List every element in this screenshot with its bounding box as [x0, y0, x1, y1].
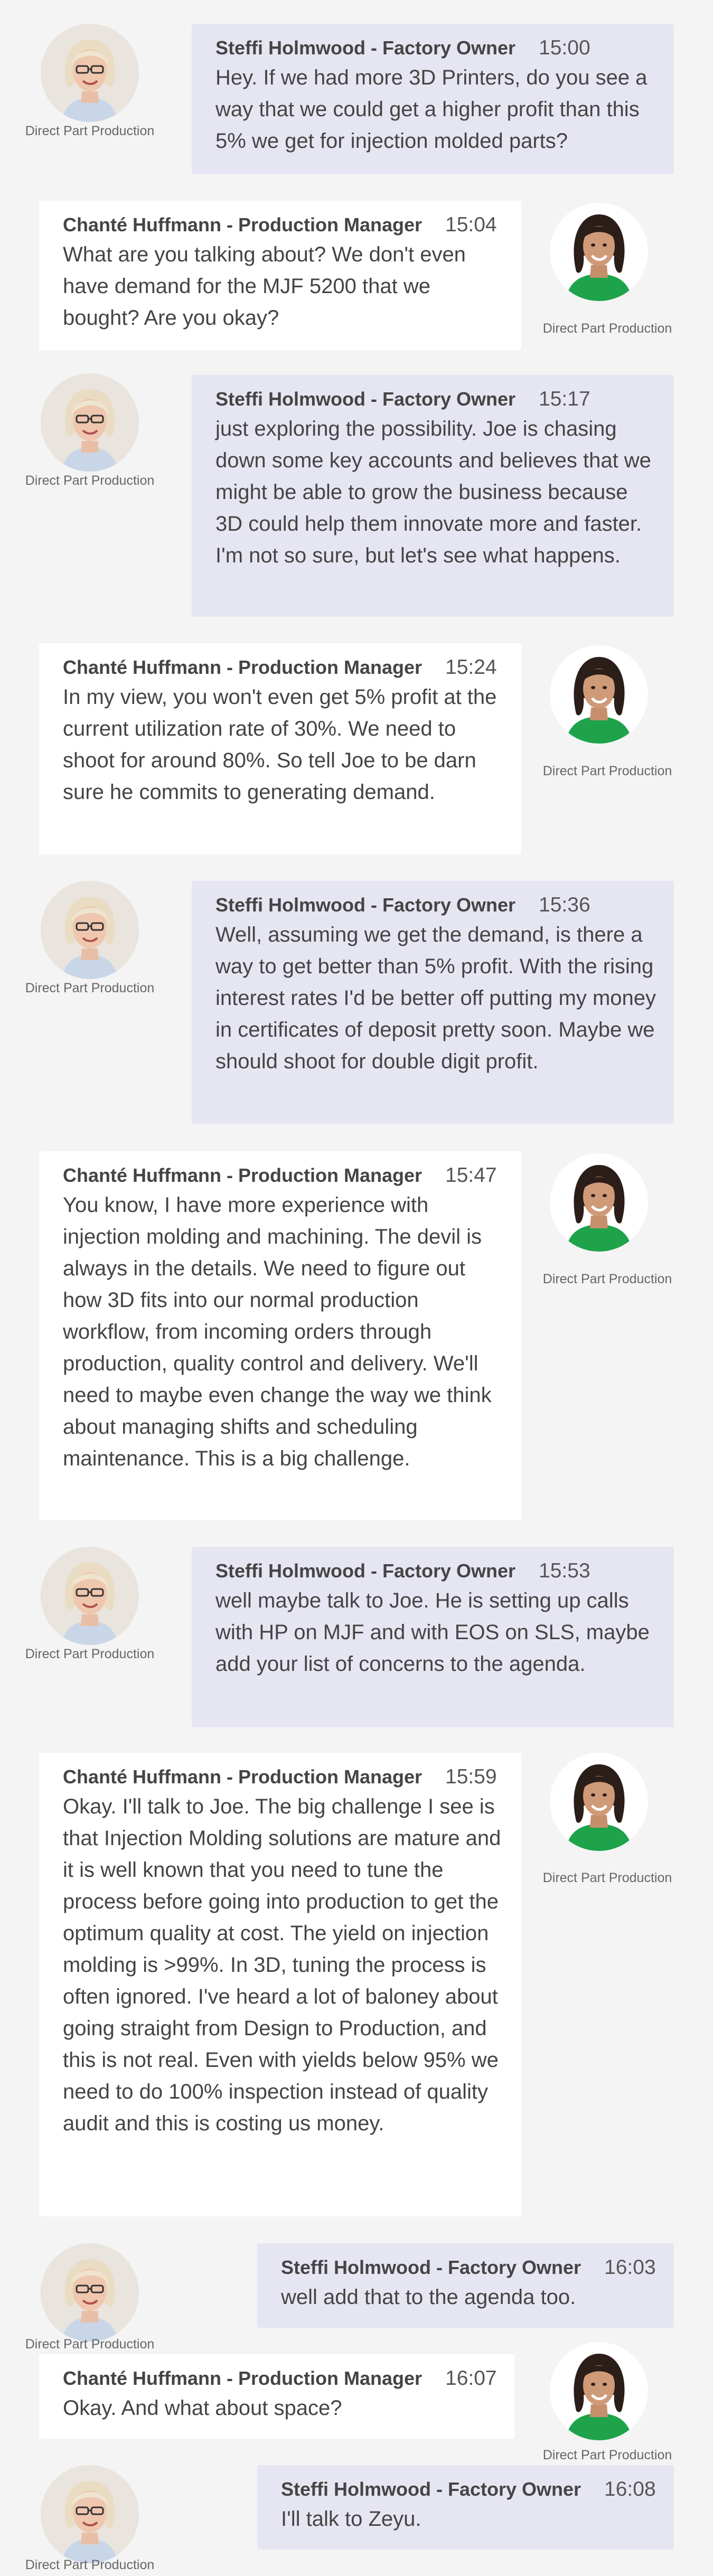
manager-avatar[interactable]: [550, 203, 648, 301]
sender-name: Chanté Huffmann - Production Manager: [63, 2367, 423, 2389]
message-text: I'll talk to Zeyu.: [281, 2507, 421, 2531]
message-bubble[interactable]: Steffi Holmwood - Factory Owner 15:17 jus…: [192, 375, 674, 617]
message-bubble[interactable]: Chanté Huffmann - Production Manager 16:0…: [39, 2354, 514, 2439]
timestamp: 15:53: [539, 1559, 590, 1582]
manager-avatar[interactable]: [550, 1153, 648, 1252]
owner-avatar[interactable]: [41, 2465, 139, 2563]
sender-name: Chanté Huffmann - Production Manager: [63, 214, 423, 236]
owner-avatar[interactable]: [41, 881, 139, 979]
chat-thread: Direct Part Production Steffi Holmwood -…: [0, 0, 713, 2576]
message-text: well maybe talk to Joe. He is setting up…: [215, 1589, 650, 1676]
message-bubble[interactable]: Chanté Huffmann - Production Manager 15:2…: [39, 643, 521, 854]
message-text: Okay. And what about space?: [63, 2396, 342, 2420]
timestamp: 16:07: [445, 2367, 497, 2390]
message-bubble[interactable]: Steffi Holmwood - Factory Owner 15:00 Hey…: [192, 24, 674, 174]
owner-avatar[interactable]: [41, 2243, 139, 2342]
manager-avatar[interactable]: [550, 1753, 648, 1851]
sender-name: Chanté Huffmann - Production Manager: [63, 656, 423, 678]
message-text: In my view, you won't even get 5% profit…: [63, 685, 497, 804]
owner-avatar[interactable]: [41, 373, 139, 472]
message-bubble[interactable]: Chanté Huffmann - Production Manager 15:5…: [39, 1753, 521, 2216]
message-bubble[interactable]: Steffi Holmwood - Factory Owner 15:36 Wel…: [192, 881, 674, 1124]
sender-name: Steffi Holmwood - Factory Owner: [281, 2257, 581, 2278]
owner-role-label: Direct Part Production: [25, 2558, 155, 2572]
timestamp: 16:08: [604, 2478, 656, 2500]
manager-role-label: Direct Part Production: [542, 1870, 672, 1885]
sender-name: Steffi Holmwood - Factory Owner: [215, 37, 516, 59]
sender-name: Steffi Holmwood - Factory Owner: [215, 894, 516, 916]
owner-avatar[interactable]: [41, 24, 139, 122]
manager-role-label: Direct Part Production: [542, 1272, 672, 1286]
manager-avatar[interactable]: [550, 645, 648, 744]
sender-name: Steffi Holmwood - Factory Owner: [215, 1560, 516, 1582]
timestamp: 16:03: [604, 2256, 656, 2279]
owner-role-label: Direct Part Production: [25, 1647, 155, 1661]
sender-name: Chanté Huffmann - Production Manager: [63, 1766, 423, 1788]
owner-avatar[interactable]: [41, 1547, 139, 1645]
timestamp: 15:47: [445, 1164, 497, 1187]
message-bubble[interactable]: Chanté Huffmann - Production Manager 15:0…: [39, 201, 521, 350]
timestamp: 15:36: [539, 894, 590, 916]
timestamp: 15:59: [445, 1765, 497, 1788]
message-text: just exploring the possibility. Joe is c…: [215, 417, 651, 567]
message-text: Hey. If we had more 3D Printers, do you …: [215, 66, 648, 153]
message-bubble[interactable]: Chanté Huffmann - Production Manager 15:4…: [39, 1151, 521, 1520]
message-text: well add that to the agenda too.: [281, 2286, 576, 2309]
message-text: Okay. I'll talk to Joe. The big challeng…: [63, 1795, 501, 2135]
sender-name: Steffi Holmwood - Factory Owner: [215, 388, 516, 410]
manager-role-label: Direct Part Production: [542, 764, 672, 778]
sender-name: Steffi Holmwood - Factory Owner: [281, 2478, 581, 2500]
manager-role-label: Direct Part Production: [542, 2448, 672, 2462]
message-bubble[interactable]: Steffi Holmwood - Factory Owner 15:53 wel…: [192, 1547, 674, 1727]
timestamp: 15:17: [539, 388, 590, 410]
message-bubble[interactable]: Steffi Holmwood - Factory Owner 16:08 I'l…: [257, 2465, 674, 2550]
message-text: What are you talking about? We don't eve…: [63, 243, 466, 330]
manager-avatar[interactable]: [550, 2342, 648, 2440]
sender-name: Chanté Huffmann - Production Manager: [63, 1164, 423, 1186]
timestamp: 15:04: [445, 213, 497, 236]
owner-role-label: Direct Part Production: [25, 473, 155, 488]
message-text: You know, I have more experience with in…: [63, 1193, 492, 1470]
message-bubble[interactable]: Steffi Holmwood - Factory Owner 16:03 wel…: [257, 2243, 674, 2328]
owner-role-label: Direct Part Production: [25, 2337, 155, 2352]
owner-role-label: Direct Part Production: [25, 981, 155, 995]
owner-role-label: Direct Part Production: [25, 124, 155, 138]
manager-role-label: Direct Part Production: [542, 321, 672, 336]
message-text: Well, assuming we get the demand, is the…: [215, 923, 656, 1073]
timestamp: 15:00: [539, 36, 590, 59]
timestamp: 15:24: [445, 656, 497, 679]
